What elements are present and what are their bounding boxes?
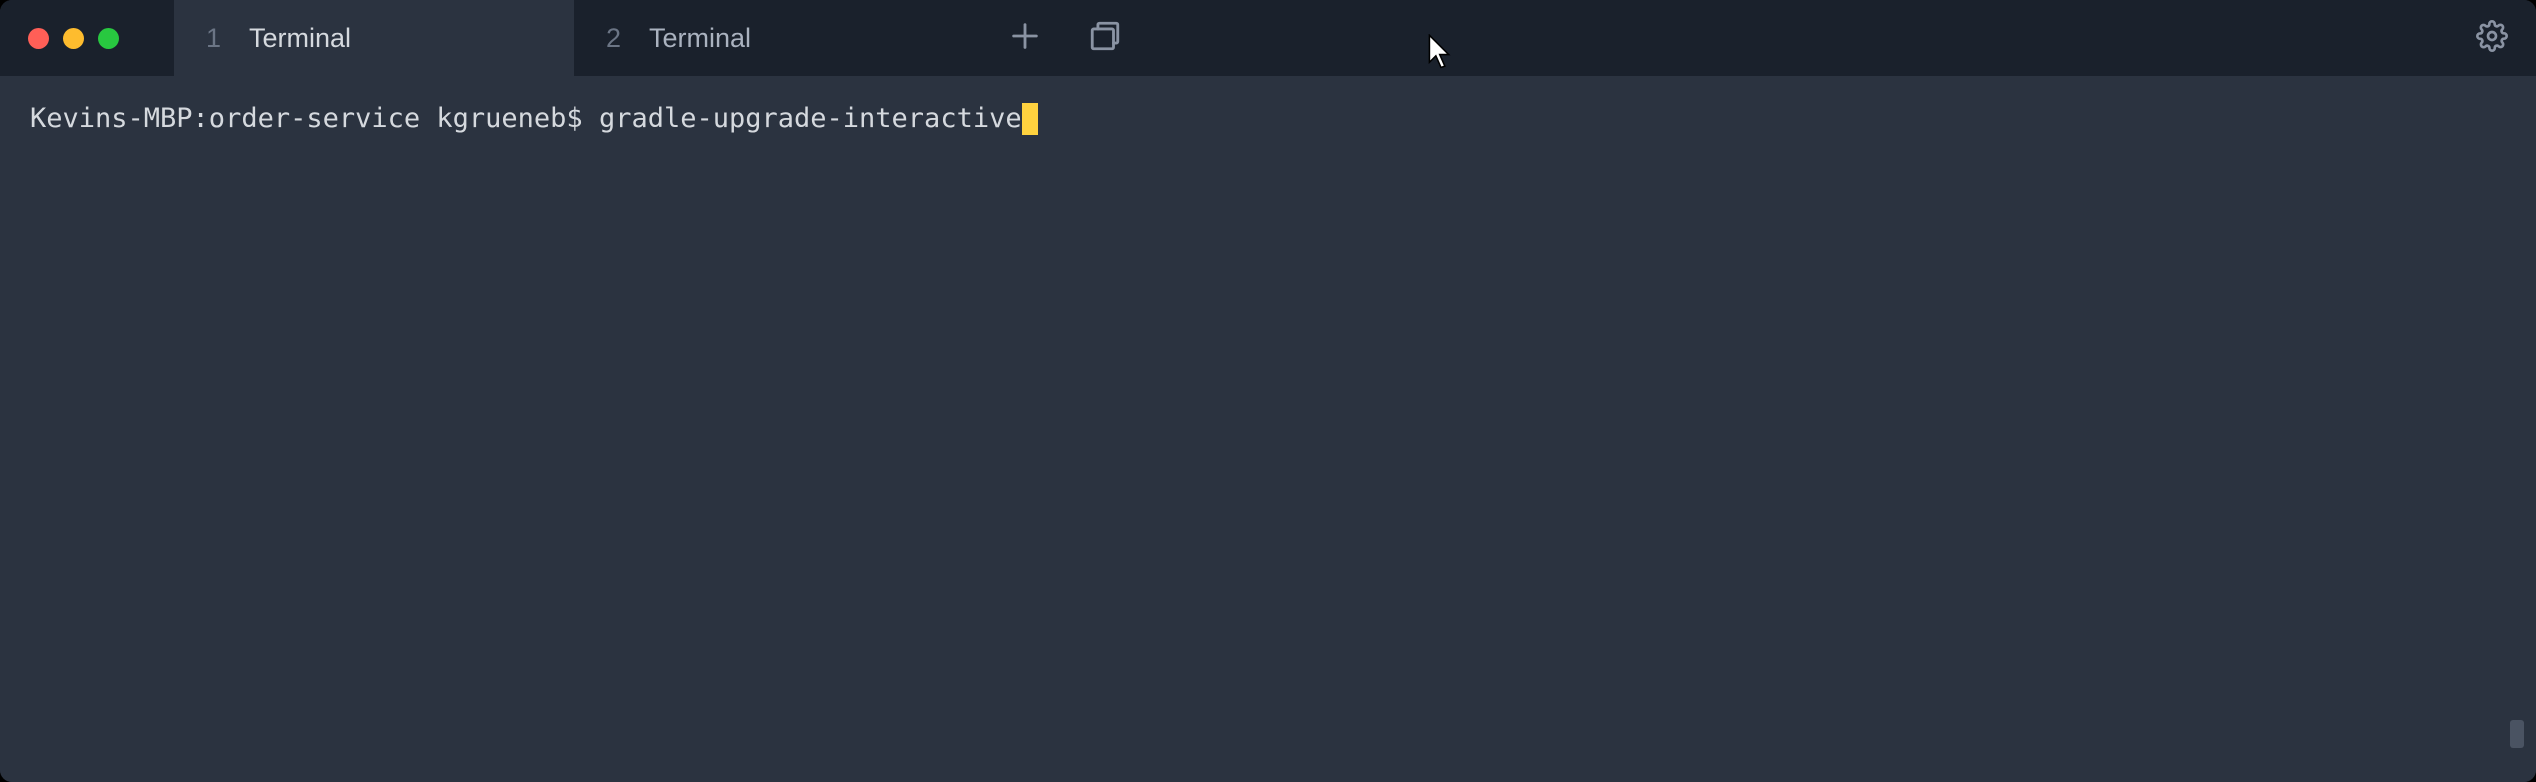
tab-terminal-1[interactable]: 1 Terminal	[174, 0, 574, 76]
split-pane-button[interactable]	[1088, 21, 1122, 55]
tab-actions	[1008, 21, 1122, 55]
command-input: gradle-upgrade-interactive	[599, 100, 1022, 138]
terminal-line: Kevins-MBP:order-service kgrueneb$ gradl…	[30, 100, 2506, 138]
shell-prompt: Kevins-MBP:order-service kgrueneb$	[30, 100, 599, 138]
tab-label: Terminal	[249, 23, 351, 54]
titlebar: 1 Terminal 2 Terminal	[0, 0, 2536, 76]
text-cursor	[1022, 103, 1038, 135]
settings-button[interactable]	[2476, 22, 2508, 54]
tab-bar: 1 Terminal 2 Terminal	[0, 0, 974, 76]
maximize-window-button[interactable]	[98, 28, 119, 49]
new-tab-button[interactable]	[1008, 21, 1042, 55]
terminal-window: 1 Terminal 2 Terminal	[0, 0, 2536, 782]
gear-icon	[2476, 20, 2508, 57]
tab-terminal-2[interactable]: 2 Terminal	[574, 0, 974, 76]
tab-number: 1	[206, 23, 221, 54]
minimize-window-button[interactable]	[63, 28, 84, 49]
window-stack-icon	[1088, 19, 1122, 58]
plus-icon	[1008, 19, 1042, 58]
window-controls	[0, 28, 119, 49]
tab-label: Terminal	[649, 23, 751, 54]
terminal-content[interactable]: Kevins-MBP:order-service kgrueneb$ gradl…	[0, 76, 2536, 782]
scrollbar-thumb[interactable]	[2510, 720, 2524, 748]
tab-number: 2	[606, 23, 621, 54]
close-window-button[interactable]	[28, 28, 49, 49]
